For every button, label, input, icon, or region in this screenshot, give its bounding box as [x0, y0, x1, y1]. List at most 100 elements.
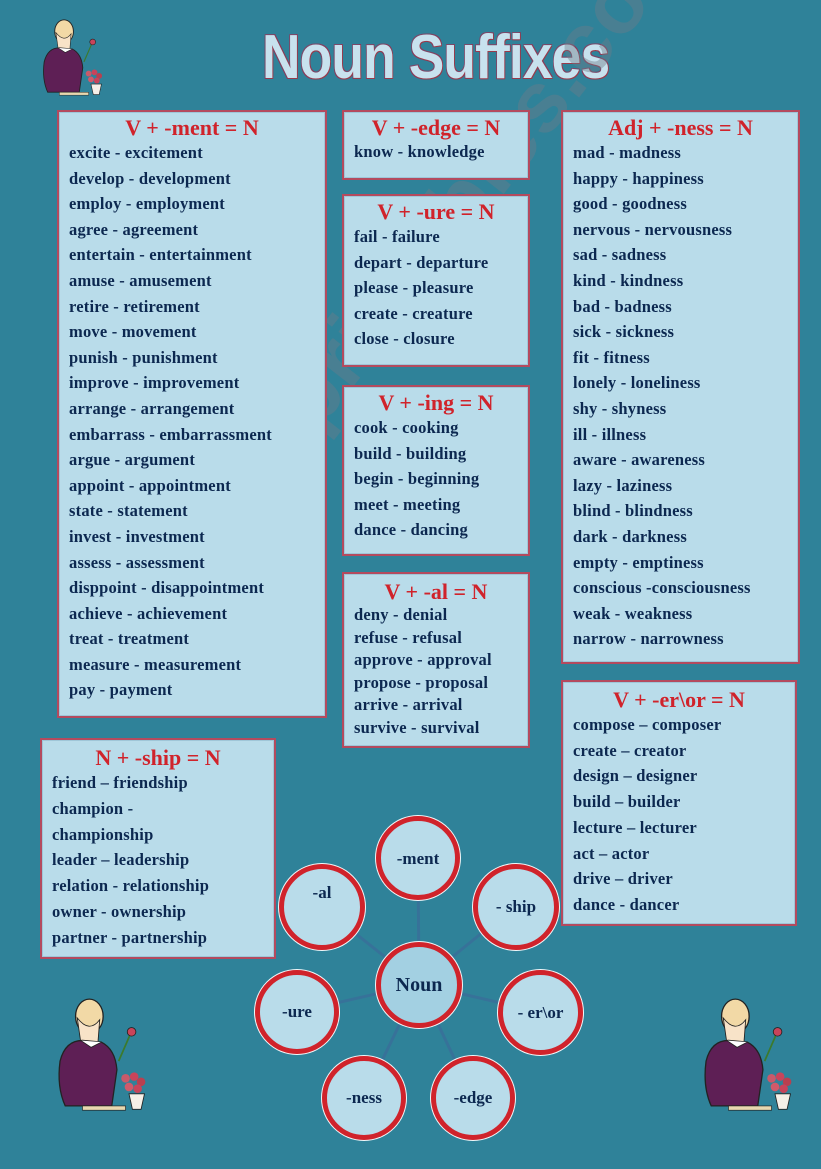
word-list: friend – friendship champion - championshi… — [42, 770, 274, 951]
word-pair-row: leader – leadership — [52, 850, 190, 870]
word-list: compose – composer create – creator design… — [563, 712, 795, 918]
section-ing: V + -ing = N cook - cooking build - build… — [342, 385, 530, 556]
word-pair-row: develop - development — [69, 168, 231, 188]
word-pair-row: empty - emptiness — [573, 552, 704, 572]
section-heading: V + -er\or = N — [613, 687, 745, 712]
word-pair-row: create - creature — [354, 303, 473, 323]
word-pair-row: build - building — [354, 443, 467, 463]
word-list: deny - denial refuse - refusal approve - a… — [344, 604, 528, 739]
word-pair-row: sick - sickness — [573, 322, 675, 342]
word-pair-row: approve - approval — [354, 650, 492, 669]
word-pair-row: drive – driver — [573, 869, 673, 889]
word-pair-row: act – actor — [573, 843, 650, 863]
word-pair-row: lonely - loneliness — [573, 373, 701, 393]
word-list: excite - excitement develop - development… — [59, 140, 325, 703]
word-pair-row: agree - agreement — [69, 219, 199, 239]
section-heading: Adj + -ness = N — [608, 115, 753, 140]
word-pair-row: lecture – lecturer — [573, 817, 697, 837]
word-pair-row: fail - failure — [354, 227, 440, 246]
word-pair-row: entertain - entertainment — [69, 245, 252, 265]
word-pair-row: close - closure — [354, 329, 455, 348]
word-pair-row: please - pleasure — [354, 278, 474, 297]
word-pair-row: build – builder — [573, 792, 681, 812]
suffix-bubble-er-or: - er\or — [498, 970, 583, 1055]
word-pair-row: partner - partnership — [52, 927, 208, 947]
word-pair-row: design – designer — [573, 766, 698, 786]
section-heading: V + -ment = N — [125, 115, 259, 140]
word-pair-row: happy - happiness — [573, 168, 704, 188]
word-pair-row: measure - measurement — [69, 654, 242, 674]
section-heading: V + -ure = N — [377, 199, 495, 224]
section-al: V + -al = N deny - denial refuse - refusa… — [342, 572, 530, 748]
section-heading: V + -edge = N — [371, 115, 501, 140]
word-pair-row: achieve - achievement — [69, 603, 228, 623]
word-pair-row: excite - excitement — [69, 143, 203, 162]
word-pair-row: meet - meeting — [354, 494, 461, 514]
word-pair-row: weak - weakness — [573, 603, 693, 623]
word-pair-row: arrange - arrangement — [69, 398, 235, 418]
word-pair-row: dark - darkness — [573, 526, 687, 546]
word-pair-row: aware - awareness — [573, 450, 706, 470]
word-pair-row: know - knowledge — [354, 142, 485, 161]
suffix-bubble-al: -al — [279, 864, 365, 950]
section-ment: V + -ment = N excite - excitement develop… — [57, 110, 327, 718]
word-pair-row: refuse - refusal — [354, 627, 462, 647]
word-pair-row: depart - departure — [354, 252, 489, 272]
center-bubble-noun: Noun — [376, 942, 462, 1028]
page-title: Noun Suffixes — [262, 23, 610, 92]
word-pair-row: treat - treatment — [69, 629, 190, 649]
word-pair-row: survive - survival — [354, 717, 480, 737]
word-pair-row: assess - assessment — [69, 552, 205, 572]
word-pair-row: move - movement — [69, 322, 197, 342]
word-pair-row: blind - blindness — [573, 501, 693, 521]
word-list: cook - cooking build - building begin - be… — [344, 415, 528, 543]
word-pair-row: cook - cooking — [354, 418, 459, 437]
word-pair-row: appoint - appointment — [69, 475, 231, 495]
word-pair-row: improve - improvement — [69, 373, 240, 393]
word-pair-row: relation - relationship — [52, 876, 210, 896]
woman-arranging-flowers-icon — [58, 998, 146, 1111]
word-pair-row: bad - badness — [573, 296, 672, 316]
section-heading: N + -ship = N — [95, 745, 221, 770]
word-pair-row: deny - denial — [354, 605, 448, 624]
word-pair-row: kind - kindness — [573, 270, 684, 290]
section-er-or: V + -er\or = N compose – composer create … — [561, 680, 797, 926]
word-pair-row: invest - investment — [69, 526, 205, 546]
suffix-bubble-ment: -ment — [376, 816, 460, 900]
word-pair-row: amuse - amusement — [69, 270, 212, 290]
word-pair-row: begin - beginning — [354, 469, 480, 488]
word-list: fail - failure depart - departure please -… — [344, 224, 528, 352]
word-pair-row: narrow - narrowness — [573, 629, 724, 649]
word-pair-row: argue - argument — [69, 450, 196, 470]
word-pair-row: disppoint - disappointment — [69, 578, 265, 598]
word-pair-row: create – creator — [573, 740, 687, 760]
suffix-bubble-ship: - ship — [473, 864, 559, 950]
word-list: know - knowledge — [344, 140, 528, 164]
word-pair-row: employ - employment — [69, 194, 225, 214]
word-pair-row: champion - — [52, 798, 134, 818]
word-pair-row: retire - retirement — [69, 296, 200, 316]
section-heading: V + -ing = N — [378, 390, 494, 415]
word-pair-row: punish - punishment — [69, 347, 218, 367]
word-pair-row: good - goodness — [573, 194, 687, 214]
word-pair-row: dance - dancer — [573, 894, 680, 914]
word-pair-row: nervous - nervousness — [573, 219, 733, 239]
woman-arranging-flowers-icon — [43, 19, 103, 96]
word-pair-row: compose – composer — [573, 715, 722, 734]
section-edge: V + -edge = N know - knowledge — [342, 110, 530, 180]
suffix-bubble-ure: -ure — [255, 970, 339, 1054]
word-list: mad - madness happy - happiness good - goo… — [563, 140, 798, 652]
word-pair-row: shy - shyness — [573, 398, 667, 418]
word-pair-row: friend – friendship — [52, 773, 188, 792]
section-heading: V + -al = N — [384, 579, 488, 604]
word-pair-row: mad - madness — [573, 143, 682, 162]
section-ship: N + -ship = N friend – friendship champio… — [40, 738, 276, 959]
suffix-bubble-ness: -ness — [322, 1056, 406, 1140]
suffix-bubble-edge: -edge — [431, 1056, 515, 1140]
word-pair-row: lazy - laziness — [573, 475, 673, 495]
word-pair-row: sad - sadness — [573, 245, 667, 265]
woman-arranging-flowers-icon — [704, 998, 792, 1111]
word-pair-row: ill - illness — [573, 424, 647, 444]
word-pair-row: conscious -consciousness — [573, 578, 751, 598]
word-pair-row: embarrass - embarrassment — [69, 424, 272, 444]
